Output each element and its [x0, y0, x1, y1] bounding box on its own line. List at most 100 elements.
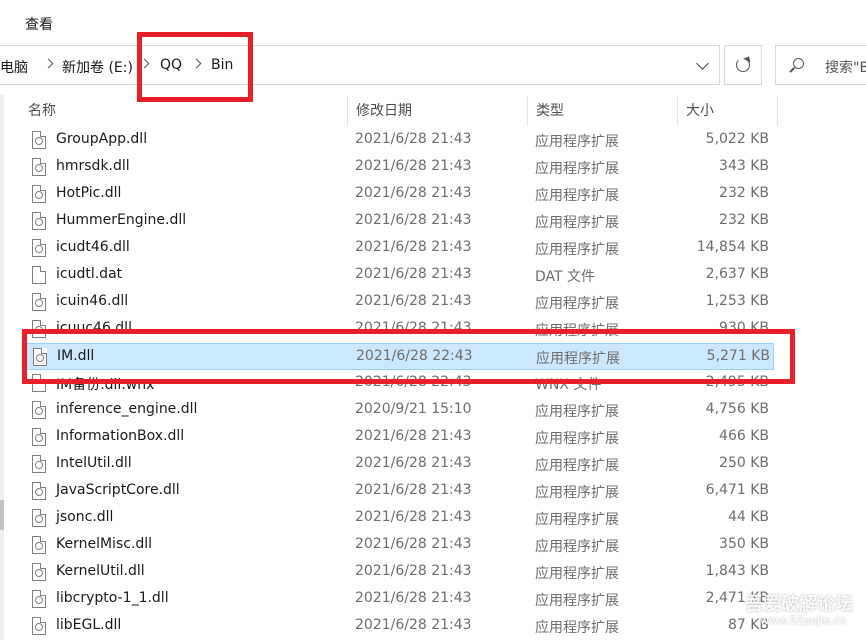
- file-name: icuin46.dll: [56, 293, 129, 309]
- file-name: icudt46.dll: [56, 239, 130, 255]
- file-size: 350 KB: [719, 536, 769, 552]
- file-size: 1,843 KB: [705, 563, 769, 579]
- file-modified-date: 2021/6/28 21:43: [355, 509, 472, 525]
- file-modified-date: 2021/6/28 21:43: [355, 428, 472, 444]
- file-row[interactable]: HotPic.dll 2021/6/28 21:43 应用程序扩展 232 KB: [24, 181, 774, 208]
- file-row[interactable]: inference_engine.dll 2020/9/21 15:10 应用程序扩…: [24, 397, 774, 424]
- column-header-size[interactable]: 大小: [678, 96, 778, 126]
- watermark-text: 吾爱破解论坛: [745, 594, 853, 615]
- file-modified-date: 2020/9/21 15:10: [355, 401, 472, 417]
- file-row[interactable]: libEGL.dll 2021/6/28 21:43 应用程序扩展 87 KB: [24, 613, 774, 640]
- search-input[interactable]: 搜索"Bin": [775, 45, 866, 85]
- breadcrumb-this-pc[interactable]: 此电脑: [0, 57, 28, 77]
- column-header-type[interactable]: 类型: [528, 96, 678, 126]
- dll-file-icon: [32, 131, 46, 149]
- file-name: KernelUtil.dll: [56, 563, 145, 579]
- search-placeholder: 搜索"Bin": [825, 60, 866, 76]
- file-name: InformationBox.dll: [56, 428, 185, 444]
- annotation-box-path: [137, 32, 253, 102]
- file-name: KernelMisc.dll: [56, 536, 153, 552]
- file-size: 87 KB: [727, 617, 769, 633]
- address-bar[interactable]: 此电脑 新加卷 (E:) QQ Bin: [0, 45, 720, 85]
- chevron-right-icon: [43, 58, 54, 69]
- file-modified-date: 2021/6/28 21:43: [355, 239, 472, 255]
- search-icon: [793, 58, 804, 69]
- dll-file-icon: [32, 590, 46, 608]
- file-size: 6,471 KB: [705, 482, 769, 498]
- file-modified-date: 2021/6/28 21:43: [355, 482, 472, 498]
- file-row[interactable]: KernelMisc.dll 2021/6/28 21:43 应用程序扩展 350 K…: [24, 532, 774, 559]
- file-row[interactable]: GroupApp.dll 2021/6/28 21:43 应用程序扩展 5,022 K…: [24, 127, 774, 154]
- file-row[interactable]: JavaScriptCore.dll 2021/6/28 21:43 应用程序扩展 6…: [24, 478, 774, 505]
- dll-file-icon: [32, 563, 46, 581]
- file-name: IntelUtil.dll: [56, 455, 132, 471]
- file-size: 2,637 KB: [705, 266, 769, 282]
- file-modified-date: 2021/6/28 21:43: [355, 455, 472, 471]
- file-name: jsonc.dll: [56, 509, 114, 525]
- refresh-icon: [736, 58, 750, 72]
- scrollbar-thumb[interactable]: [0, 500, 4, 530]
- file-row[interactable]: icuin46.dll 2021/6/28 21:43 应用程序扩展 1,253 KB: [24, 289, 774, 316]
- file-type: 应用程序扩展: [535, 404, 619, 420]
- file-type: 应用程序扩展: [535, 593, 619, 609]
- file-name: GroupApp.dll: [56, 131, 148, 147]
- refresh-button[interactable]: [724, 45, 762, 85]
- file-size: 4,756 KB: [705, 401, 769, 417]
- file-size: 14,854 KB: [696, 239, 769, 255]
- file-row[interactable]: InformationBox.dll 2021/6/28 21:43 应用程序扩展 4…: [24, 424, 774, 451]
- file-type: 应用程序扩展: [535, 188, 619, 204]
- file-modified-date: 2021/6/28 21:43: [355, 617, 472, 633]
- dll-file-icon: [32, 239, 46, 257]
- file-row[interactable]: IntelUtil.dll 2021/6/28 21:43 应用程序扩展 250 KB: [24, 451, 774, 478]
- file-type: 应用程序扩展: [535, 458, 619, 474]
- dll-file-icon: [32, 185, 46, 203]
- file-modified-date: 2021/6/28 21:43: [355, 158, 472, 174]
- file-name: inference_engine.dll: [56, 401, 198, 417]
- file-name: HummerEngine.dll: [56, 212, 187, 228]
- file-type: 应用程序扩展: [535, 539, 619, 555]
- column-header-date[interactable]: 修改日期: [348, 96, 528, 126]
- file-row[interactable]: icudtl.dat 2021/6/28 21:43 DAT 文件 2,637 KB: [24, 262, 774, 289]
- file-modified-date: 2021/6/28 21:43: [355, 266, 472, 282]
- file-type: 应用程序扩展: [535, 431, 619, 447]
- file-modified-date: 2021/6/28 21:43: [355, 563, 472, 579]
- dll-file-icon: [32, 158, 46, 176]
- address-history-dropdown[interactable]: [693, 58, 713, 74]
- file-modified-date: 2021/6/28 21:43: [355, 590, 472, 606]
- file-size: 44 KB: [727, 509, 769, 525]
- file-type: 应用程序扩展: [535, 134, 619, 150]
- file-row[interactable]: KernelUtil.dll 2021/6/28 21:43 应用程序扩展 1,843…: [24, 559, 774, 586]
- file-modified-date: 2021/6/28 21:43: [355, 536, 472, 552]
- file-type: 应用程序扩展: [535, 296, 619, 312]
- file-size: 232 KB: [719, 185, 769, 201]
- tab-view[interactable]: 查看: [25, 14, 53, 34]
- file-name: libcrypto-1_1.dll: [56, 590, 169, 606]
- file-modified-date: 2021/6/28 21:43: [355, 131, 472, 147]
- ribbon: 查看: [0, 0, 866, 40]
- file-row[interactable]: libcrypto-1_1.dll 2021/6/28 21:43 应用程序扩展 2,…: [24, 586, 774, 613]
- file-size: 343 KB: [719, 158, 769, 174]
- dll-file-icon: [32, 428, 46, 446]
- file-type: 应用程序扩展: [535, 242, 619, 258]
- file-name: JavaScriptCore.dll: [56, 482, 180, 498]
- navigation-pane-edge: [0, 95, 4, 640]
- breadcrumb-drive-e[interactable]: 新加卷 (E:): [62, 57, 133, 77]
- file-modified-date: 2021/6/28 21:43: [355, 185, 472, 201]
- dll-file-icon: [32, 401, 46, 419]
- annotation-box-selected-file: [22, 329, 795, 384]
- dll-file-icon: [32, 617, 46, 635]
- file-name: libEGL.dll: [56, 617, 122, 633]
- file-row[interactable]: HummerEngine.dll 2021/6/28 21:43 应用程序扩展 232…: [24, 208, 774, 235]
- file-size: 250 KB: [719, 455, 769, 471]
- file-size: 1,253 KB: [705, 293, 769, 309]
- file-row[interactable]: hmrsdk.dll 2021/6/28 21:43 应用程序扩展 343 KB: [24, 154, 774, 181]
- file-row[interactable]: icudt46.dll 2021/6/28 21:43 应用程序扩展 14,854 K…: [24, 235, 774, 262]
- file-name: icudtl.dat: [56, 266, 123, 282]
- file-type: 应用程序扩展: [535, 620, 619, 636]
- blank-file-icon: [32, 266, 46, 284]
- file-row[interactable]: jsonc.dll 2021/6/28 21:43 应用程序扩展 44 KB: [24, 505, 774, 532]
- file-type: 应用程序扩展: [535, 161, 619, 177]
- file-size: 5,022 KB: [705, 131, 769, 147]
- dll-file-icon: [32, 212, 46, 230]
- file-type: 应用程序扩展: [535, 485, 619, 501]
